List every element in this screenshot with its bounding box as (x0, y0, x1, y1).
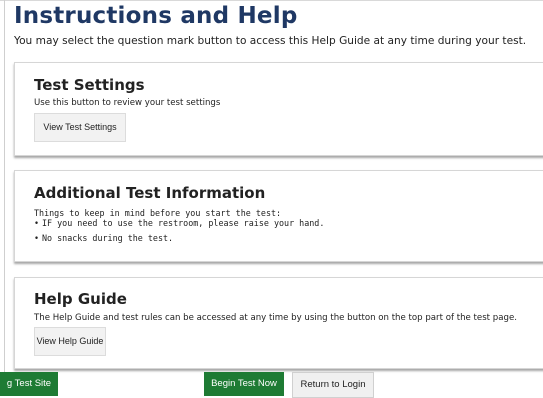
section-description: The Help Guide and test rules can be acc… (34, 313, 517, 323)
view-test-settings-button[interactable]: View Test Settings (34, 113, 126, 142)
test-settings-section: Test Settings Use this button to review … (14, 62, 543, 156)
begin-test-now-button[interactable]: Begin Test Now (204, 372, 284, 396)
top-border (0, 0, 543, 1)
return-to-login-button[interactable]: Return to Login (292, 372, 374, 398)
view-help-guide-button[interactable]: View Help Guide (34, 327, 106, 356)
list-item: • IF you need to use the restroom, please… (34, 218, 324, 228)
list-item: • No snacks during the test. (34, 233, 173, 243)
page-subtitle: You may select the question mark button … (14, 35, 527, 47)
list-item-text: No snacks during the test. (42, 233, 174, 243)
left-border (4, 0, 5, 372)
page-title: Instructions and Help (14, 3, 298, 29)
section-intro: Things to keep in mind before you start … (34, 208, 282, 218)
section-title: Help Guide (34, 290, 127, 308)
additional-test-information-section: Additional Test Information Things to ke… (14, 170, 543, 262)
section-title: Additional Test Information (34, 184, 266, 202)
list-item-text: IF you need to use the restroom, please … (42, 218, 325, 228)
section-title: Test Settings (34, 76, 145, 94)
test-site-button[interactable]: g Test Site (0, 372, 58, 396)
bullet-icon: • (34, 233, 40, 243)
bullet-icon: • (34, 218, 40, 228)
section-description: Use this button to review your test sett… (34, 98, 221, 108)
help-guide-section: Help Guide The Help Guide and test rules… (14, 277, 543, 369)
